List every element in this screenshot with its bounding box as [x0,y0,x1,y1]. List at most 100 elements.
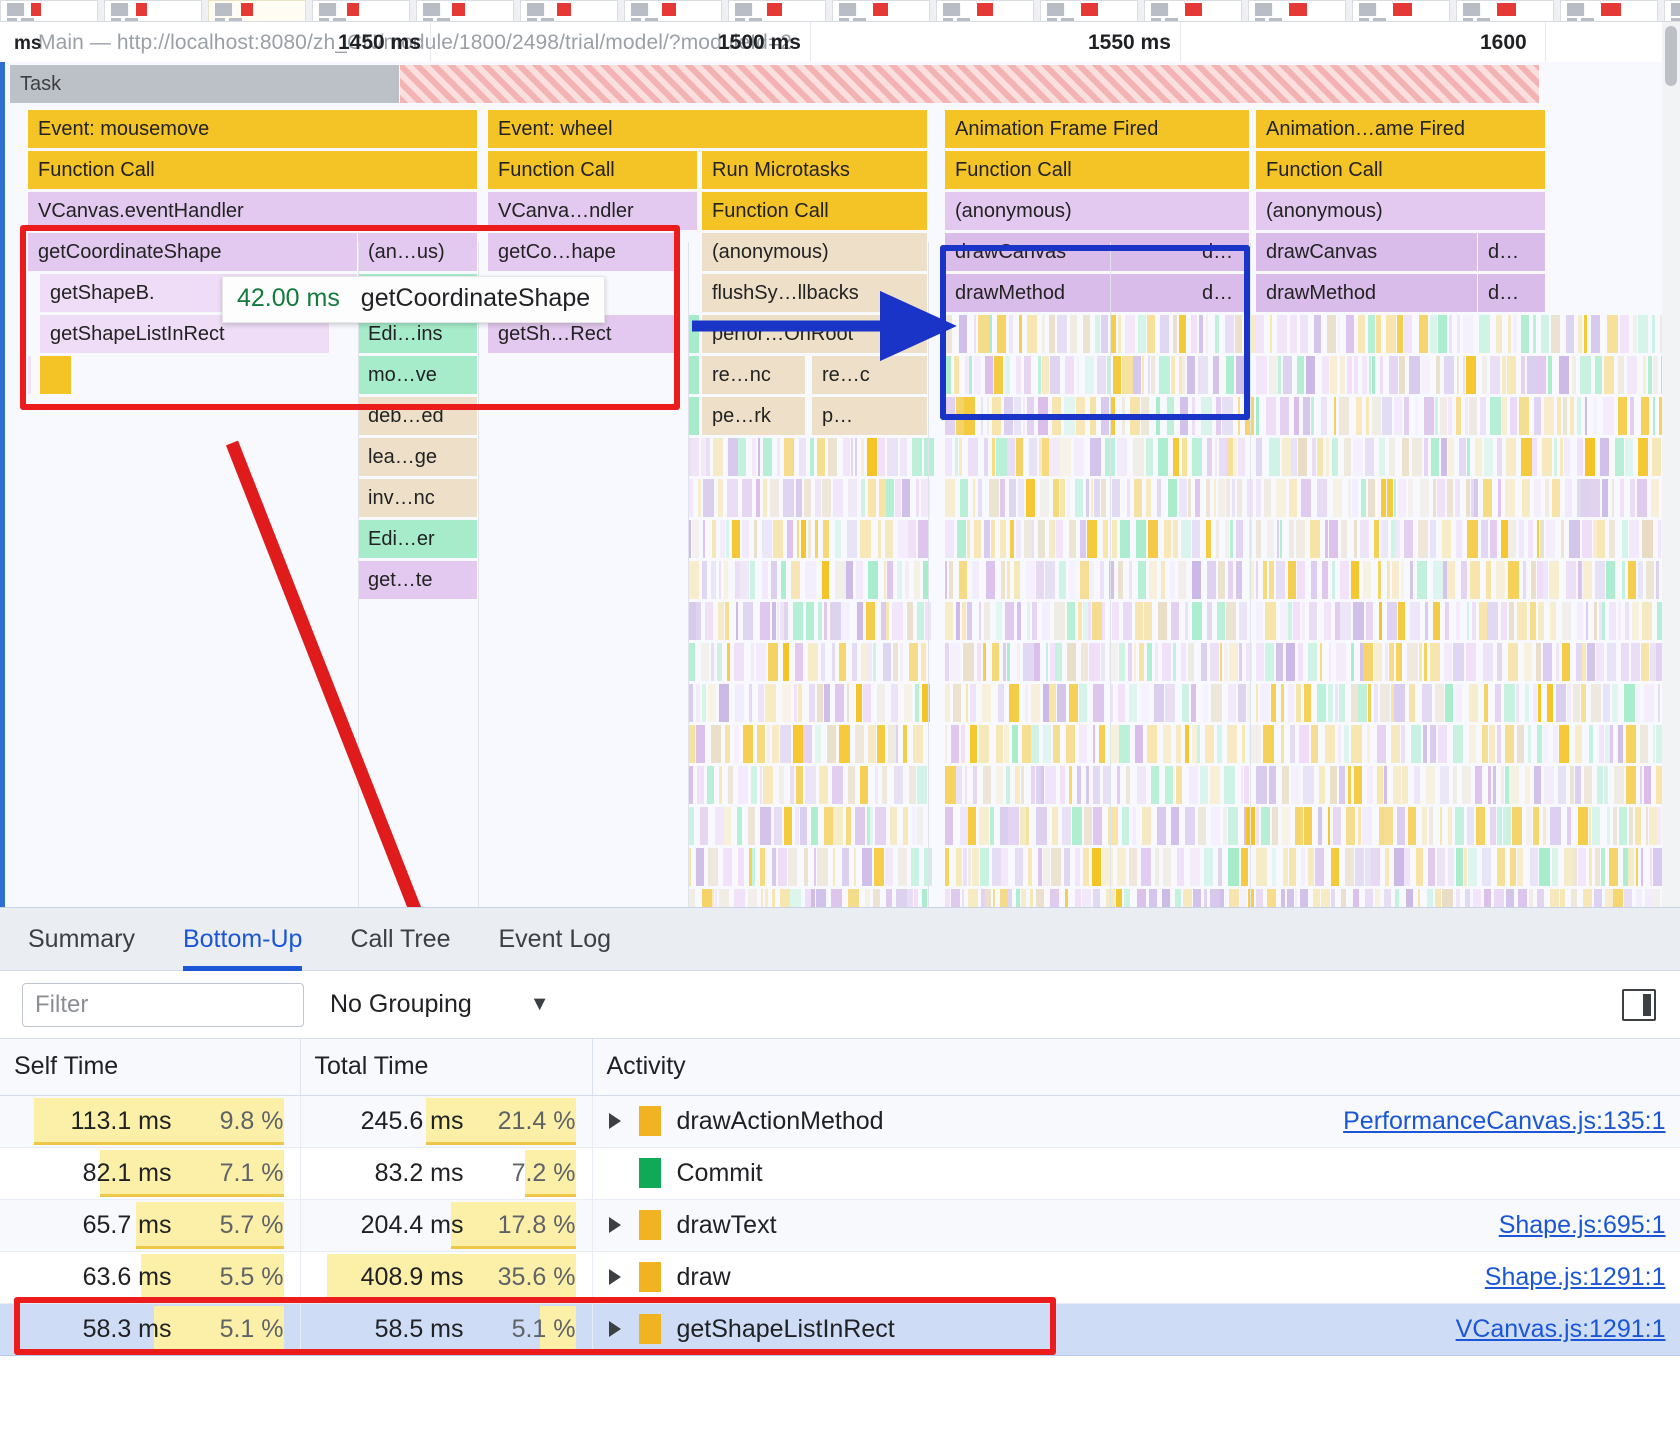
flame-micro-bar [1038,848,1042,886]
filmstrip-frame[interactable] [1456,0,1554,22]
flame-bar-vcanvas-eventhandler-2[interactable]: VCanva…ndler [488,192,698,230]
flame-micro-bar [1077,766,1082,804]
flame-bar-green-sliver-3[interactable] [688,397,700,435]
flame-bar-drawmethod-5[interactable]: drawMethod [1256,274,1478,312]
filmstrip-frame[interactable] [312,0,410,22]
flame-bar-drawcanvas-4[interactable]: drawCanvas [945,233,1200,271]
flame-bar-task[interactable]: Task [10,65,400,103]
grouping-select[interactable]: No Grouping [330,990,472,1019]
flame-bar-d-5[interactable]: d… [1478,233,1546,271]
flame-bar-anonymous-5[interactable]: (anonymous) [1256,192,1546,230]
flame-bar-green-sliver-1[interactable] [688,315,700,353]
chevron-down-icon[interactable]: ▼ [530,993,550,1016]
filmstrip-frame[interactable] [1664,0,1680,22]
flame-bar-vcanvas-eventhandler-1[interactable]: VCanvas.eventHandler [28,192,478,230]
expand-triangle-icon[interactable] [609,1321,621,1337]
flame-bar-pe-rk[interactable]: pe…rk [702,397,806,435]
table-row[interactable]: 65.7 ms5.7 %204.4 ms17.8 %drawTextShape.… [0,1199,1680,1251]
flame-bar-lea-ge[interactable]: lea…ge [358,438,478,476]
flame-bar-getcoordinateshape-2[interactable]: getCo…hape [488,233,678,271]
source-link[interactable]: VCanvas.js:1291:1 [1456,1315,1680,1344]
flame-bar-d-4[interactable]: d… [1192,233,1250,271]
flame-bar-drawcanvas-5[interactable]: drawCanvas [1256,233,1478,271]
flame-bar-anonymous-3[interactable]: (anonymous) [702,233,928,271]
filmstrip-frame[interactable] [832,0,930,22]
flame-bar-p-dots[interactable]: p… [812,397,928,435]
flame-bar-event-mousemove[interactable]: Event: mousemove [28,110,478,148]
flame-bar-animation-frame-fired-1[interactable]: Animation Frame Fired [945,110,1250,148]
column-header-activity[interactable]: Activity [592,1039,1680,1095]
filmstrip-frame[interactable] [208,0,306,22]
filmstrip-frame[interactable] [520,0,618,22]
flame-bar-flushsynccallbacks[interactable]: flushSy…llbacks [702,274,928,312]
filmstrip-frame[interactable] [1560,0,1658,22]
flame-bar-function-call-5[interactable]: Function Call [1256,151,1546,189]
filmstrip-frame[interactable] [1144,0,1242,22]
table-row[interactable]: 113.1 ms9.8 %245.6 ms21.4 %drawActionMet… [0,1095,1680,1147]
flame-bar-function-call-3[interactable]: Function Call [702,192,928,230]
flame-micro-bar [1283,848,1289,886]
filmstrip-frame[interactable] [1040,0,1138,22]
expand-triangle-icon[interactable] [609,1217,621,1233]
show-sidebar-icon[interactable] [1622,989,1656,1021]
filmstrip-frame[interactable] [728,0,826,22]
source-link[interactable]: PerformanceCanvas.js:135:1 [1343,1107,1679,1136]
table-row[interactable]: 58.3 ms5.1 %58.5 ms5.1 %getShapeListInRe… [0,1303,1680,1355]
flame-bar-function-call-4[interactable]: Function Call [945,151,1250,189]
filmstrip-frame[interactable] [624,0,722,22]
flame-bar-re-c[interactable]: re…c [812,356,928,394]
flame-micro-bar [796,479,802,517]
flame-bar-re-nc[interactable]: re…nc [702,356,806,394]
column-header-total-time[interactable]: Total Time [300,1039,592,1095]
filmstrip[interactable] [0,0,1680,22]
flame-bar-yellow-small[interactable] [40,356,72,394]
flame-bar-anonymous-1[interactable]: (an…us) [358,233,478,271]
drawer-tabbar[interactable]: Summary Bottom-Up Call Tree Event Log [0,908,1680,971]
filmstrip-frame[interactable] [1352,0,1450,22]
source-link[interactable]: Shape.js:695:1 [1499,1211,1680,1240]
filmstrip-frame[interactable] [1248,0,1346,22]
flame-vertical-scrollbar[interactable] [1662,22,1680,907]
flame-bar-run-microtasks[interactable]: Run Microtasks [702,151,928,189]
expand-triangle-icon[interactable] [609,1113,621,1129]
tab-summary[interactable]: Summary [28,908,135,971]
filter-input[interactable]: Filter [22,983,304,1027]
source-link[interactable]: Shape.js:1291:1 [1485,1263,1680,1292]
filmstrip-frame[interactable] [936,0,1034,22]
flame-bar-inv-nc[interactable]: inv…nc [358,479,478,517]
flame-micro-bar [1421,356,1430,394]
flame-bar-function-call-2[interactable]: Function Call [488,151,698,189]
expand-triangle-icon[interactable] [609,1269,621,1285]
flame-bar-function-call-1[interactable]: Function Call [28,151,478,189]
tab-bottom-up[interactable]: Bottom-Up [183,908,302,971]
tab-event-log[interactable]: Event Log [499,908,612,971]
timeline-ruler[interactable]: Main — http://localhost:8080/zh_CN/modul… [0,22,1680,62]
flame-bar-green-sliver-2[interactable] [688,356,700,394]
flame-bar-performonroot[interactable]: perfor…OnRoot [702,315,928,353]
flame-bar-d2-5[interactable]: d… [1478,274,1546,312]
flame-micro-bar [1473,889,1481,907]
flame-bar-task-hatched[interactable] [400,65,1540,103]
flame-bar-getcoordinateshape-1[interactable]: getCoordinateShape [28,233,358,271]
flame-bar-anonymous-4[interactable]: (anonymous) [945,192,1250,230]
flame-bar-d2-4[interactable]: d… [1192,274,1250,312]
flame-bar-drawmethod-4[interactable]: drawMethod [945,274,1200,312]
scrollbar-thumb[interactable] [1665,26,1677,86]
filmstrip-frame[interactable] [0,0,98,22]
flame-bar-event-wheel[interactable]: Event: wheel [488,110,928,148]
flame-micro-bar [692,520,699,558]
flame-chart[interactable]: Task Event: mousemove Event: wheel Anima… [0,62,1680,907]
table-row[interactable]: 82.1 ms7.1 %83.2 ms7.2 %Commit [0,1147,1680,1199]
flame-bar-animation-frame-fired-2[interactable]: Animation…ame Fired [1256,110,1546,148]
flame-micro-bar [1653,356,1659,394]
tab-call-tree[interactable]: Call Tree [350,908,450,971]
flame-micro-bar [1159,356,1170,394]
filmstrip-frame[interactable] [416,0,514,22]
flame-bar-get-te[interactable]: get…te [358,561,478,599]
flame-bar-edi-er[interactable]: Edi…er [358,520,478,558]
column-header-self-time[interactable]: Self Time [0,1039,300,1095]
flame-bar-mo-ve[interactable]: mo…ve [358,356,478,394]
table-row[interactable]: 63.6 ms5.5 %408.9 ms35.6 %drawShape.js:1… [0,1251,1680,1303]
flame-bar-deb-ed[interactable]: deb…ed [358,397,478,435]
filmstrip-frame[interactable] [104,0,202,22]
